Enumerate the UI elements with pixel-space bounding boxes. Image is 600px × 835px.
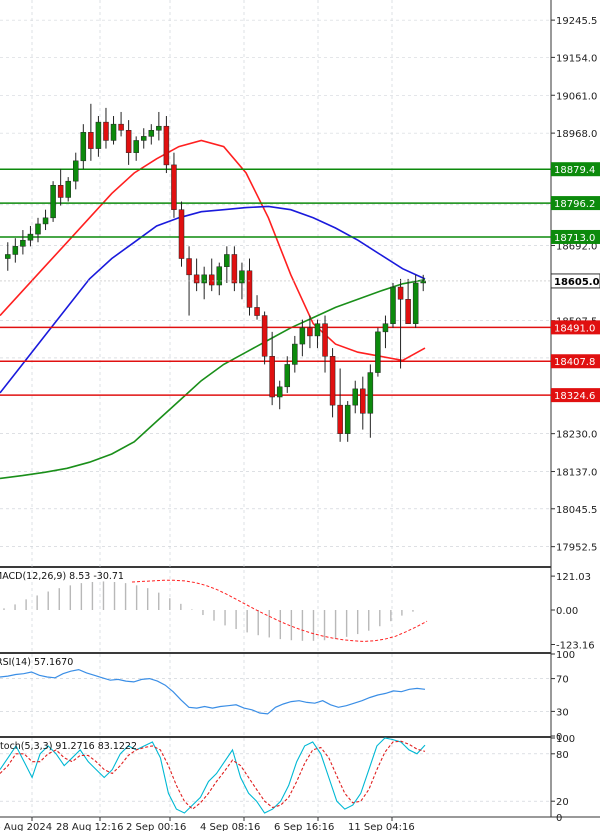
- candle-body: [420, 280, 426, 284]
- price-tick-label: 18137.0: [556, 468, 597, 479]
- candle-body: [284, 364, 291, 388]
- candle-body: [103, 121, 109, 141]
- candle-body: [412, 282, 419, 324]
- candle-body: [42, 217, 49, 225]
- macd-title: MACD(12,26,9) 8.53 -30.71: [0, 571, 124, 582]
- candle-body: [65, 180, 71, 198]
- candle-body: [208, 274, 215, 286]
- rsi-title: RSI(14) 57.1670: [0, 657, 73, 668]
- chart-root: 19245.519154.019061.018968.018792.018692…: [0, 0, 600, 833]
- candle-body: [171, 164, 177, 210]
- candle-body: [27, 233, 34, 241]
- candle-body: [269, 356, 275, 398]
- candle-body: [57, 184, 64, 198]
- stoch-tick-label: 0: [556, 813, 562, 824]
- candle-body: [5, 254, 11, 259]
- candle-body: [314, 323, 321, 337]
- candle-body: [254, 307, 260, 316]
- level-label: 18491.0: [554, 323, 595, 334]
- level-label: 18324.6: [554, 391, 595, 402]
- candle-body: [231, 254, 238, 284]
- candle-body: [367, 372, 374, 414]
- moving-average-line: [0, 205, 426, 394]
- price-tick-label: 18230.0: [556, 430, 597, 441]
- macd-signal-line: [131, 579, 428, 642]
- candle-body: [35, 223, 41, 235]
- price-tick-label: 18968.0: [556, 129, 597, 140]
- candle-body: [163, 125, 170, 166]
- time-tick-label: 28 Aug 12:16: [56, 822, 123, 831]
- candle-body: [337, 404, 343, 434]
- candle-body: [375, 331, 381, 373]
- level-label: 18407.8: [554, 357, 595, 368]
- candle-body: [12, 246, 19, 255]
- candle-body: [246, 270, 253, 308]
- macd-tick-label: 0.00: [556, 606, 578, 617]
- candle-body: [276, 386, 283, 398]
- candle-body: [292, 343, 298, 365]
- moving-average-line: [0, 278, 426, 480]
- panel-separator: [0, 652, 551, 654]
- rsi-tick-label: 100: [556, 650, 575, 661]
- rsi-tick-label: 70: [556, 675, 569, 686]
- candle-body: [397, 286, 404, 300]
- macd-tick-label: 121.03: [556, 572, 591, 583]
- candle-body: [329, 356, 336, 406]
- current-price-label: 18605.0: [554, 277, 600, 288]
- candle-body: [352, 388, 358, 406]
- candle-body: [148, 130, 155, 137]
- stoch-tick-label: 100: [556, 734, 575, 745]
- stoch-title: Stoch(5,3,3) 91.2716 83.1222: [0, 741, 137, 752]
- candle-body: [224, 254, 230, 267]
- level-label: 18713.0: [554, 233, 595, 244]
- candle-body: [382, 323, 389, 333]
- candle-body: [118, 123, 124, 131]
- candle-body: [216, 266, 223, 286]
- candle-body: [133, 140, 139, 153]
- time-tick-label: 6 Sep 16:16: [274, 822, 334, 831]
- candle-body: [178, 209, 185, 259]
- candle-body: [73, 160, 79, 182]
- level-label: 18879.4: [554, 165, 595, 176]
- time-tick-label: 26 Aug 2024: [0, 822, 52, 831]
- candle-body: [390, 286, 396, 324]
- panel-separator: [0, 566, 551, 568]
- stoch-tick-label: 80: [556, 750, 569, 761]
- candle-body: [125, 130, 132, 153]
- panel-separator: [0, 736, 551, 738]
- candle-body: [140, 136, 147, 141]
- price-tick-label: 19061.0: [556, 91, 597, 102]
- time-tick-label: 11 Sep 04:16: [348, 822, 415, 831]
- rsi-line: [0, 668, 426, 715]
- candle-body: [344, 404, 351, 434]
- stoch-tick-label: 20: [556, 797, 569, 808]
- price-tick-label: 19245.5: [556, 16, 597, 27]
- candle-body: [193, 274, 200, 284]
- candle-body: [307, 327, 313, 337]
- candle-body: [88, 132, 94, 149]
- price-tick-label: 18045.5: [556, 505, 597, 516]
- candle-body: [186, 258, 192, 276]
- candle-body: [405, 299, 411, 324]
- time-tick-label: 4 Sep 08:16: [200, 822, 260, 831]
- candle-body: [20, 239, 26, 247]
- candle-body: [80, 132, 87, 162]
- candle-body: [156, 125, 162, 131]
- price-chart-svg: 19245.519154.019061.018968.018792.018692…: [0, 0, 600, 833]
- candle-body: [201, 274, 207, 284]
- candle-body: [299, 327, 306, 345]
- candle-body: [50, 184, 56, 219]
- candle-body: [322, 323, 328, 357]
- candle-body: [261, 315, 268, 357]
- price-tick-label: 17952.5: [556, 543, 597, 554]
- level-label: 18796.2: [554, 199, 595, 210]
- candle-body: [110, 123, 117, 141]
- candle-body: [95, 121, 102, 149]
- price-tick-label: 19154.0: [556, 53, 597, 64]
- rsi-tick-label: 30: [556, 707, 569, 718]
- time-tick-label: 2 Sep 00:16: [126, 822, 186, 831]
- candle-body: [360, 388, 366, 414]
